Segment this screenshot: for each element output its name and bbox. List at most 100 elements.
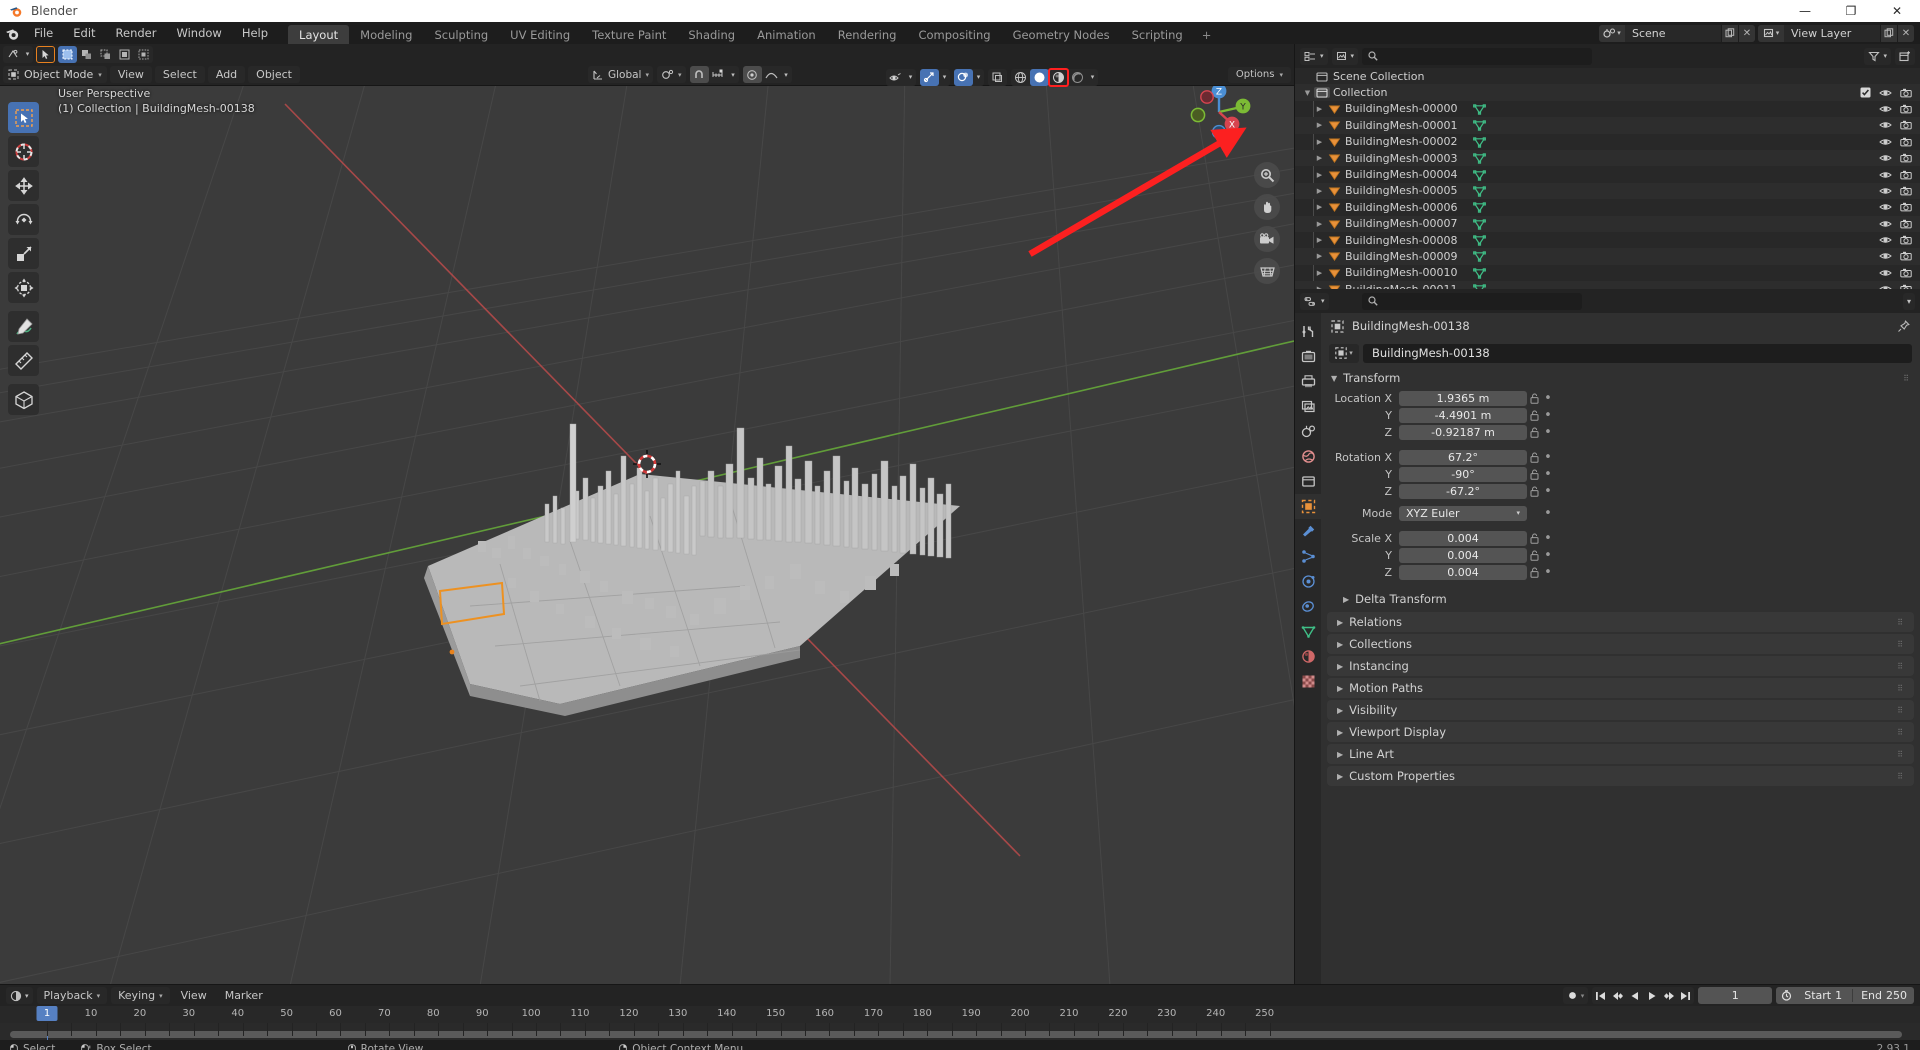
current-frame-input[interactable]: 1 bbox=[1698, 987, 1772, 1004]
mesh-data-icon[interactable] bbox=[1472, 201, 1488, 213]
tab-uv-editing[interactable]: UV Editing bbox=[499, 25, 581, 44]
mesh-data-icon[interactable] bbox=[1472, 119, 1488, 131]
collection-hide-eye-icon[interactable] bbox=[1879, 88, 1892, 98]
proportional-edit-group[interactable]: ▾ bbox=[743, 66, 792, 83]
modifier-tab[interactable] bbox=[1295, 519, 1321, 544]
tool-scale[interactable] bbox=[8, 238, 39, 269]
collapsed-panel-header[interactable]: ▶Line Art⠿ bbox=[1327, 744, 1914, 764]
object-disclosure-icon[interactable]: ▶ bbox=[1313, 138, 1326, 146]
unlink-scene-button[interactable]: ✕ bbox=[1738, 25, 1755, 42]
timeline-playhead[interactable]: 1 bbox=[37, 1006, 58, 1021]
mesh-data-icon[interactable] bbox=[1472, 234, 1488, 246]
mesh-data-icon[interactable] bbox=[1472, 169, 1488, 181]
select-extend-icon[interactable] bbox=[77, 46, 96, 63]
object-type-icon[interactable]: ▾ bbox=[1329, 344, 1359, 363]
play-reverse-button[interactable] bbox=[1626, 987, 1643, 1004]
lock-icon[interactable] bbox=[1527, 533, 1542, 544]
snap-increment-icon[interactable] bbox=[709, 66, 728, 83]
outliner-row-object[interactable]: ▶BuildingMesh-00008 bbox=[1295, 232, 1920, 248]
lock-icon[interactable] bbox=[1527, 427, 1542, 438]
tab-sculpting[interactable]: Sculpting bbox=[423, 25, 499, 44]
menu-edit[interactable]: Edit bbox=[63, 22, 105, 44]
object-disclosure-icon[interactable]: ▶ bbox=[1313, 121, 1326, 129]
object-name-input[interactable]: BuildingMesh-00138 bbox=[1363, 344, 1912, 363]
overlays-selector[interactable]: ▾ bbox=[954, 69, 984, 86]
outliner-row-object[interactable]: ▶BuildingMesh-00000 bbox=[1295, 101, 1920, 117]
timeline-menu-view[interactable]: View bbox=[174, 987, 214, 1004]
hide-eye-icon[interactable] bbox=[1879, 186, 1892, 196]
object-mode-selector[interactable]: Object Mode ▾ bbox=[3, 66, 107, 83]
show-overlays-icon[interactable] bbox=[954, 69, 973, 86]
render-camera-icon[interactable] bbox=[1900, 104, 1912, 114]
timeline-editor-type-button[interactable]: ▾ bbox=[6, 987, 33, 1004]
material-tab[interactable] bbox=[1295, 644, 1321, 669]
outliner-row-object[interactable]: ▶BuildingMesh-00006 bbox=[1295, 199, 1920, 215]
field-value[interactable]: 0.004 bbox=[1399, 548, 1527, 563]
add-workspace-button[interactable]: + bbox=[1194, 25, 1220, 44]
viewport-menu-view[interactable]: View bbox=[110, 66, 152, 83]
menu-help[interactable]: Help bbox=[232, 22, 278, 44]
animate-dot[interactable]: • bbox=[1542, 391, 1554, 406]
viewport-menu-select[interactable]: Select bbox=[155, 66, 205, 83]
pivot-point-selector[interactable]: ▾ bbox=[657, 66, 686, 83]
mesh-data-icon[interactable] bbox=[1472, 267, 1488, 279]
render-camera-icon[interactable] bbox=[1900, 186, 1912, 196]
render-camera-icon[interactable] bbox=[1900, 235, 1912, 245]
render-camera-icon[interactable] bbox=[1900, 153, 1912, 163]
menu-file[interactable]: File bbox=[24, 22, 63, 44]
gizmo-selector[interactable]: ▾ bbox=[920, 69, 950, 86]
view-layer-tab[interactable] bbox=[1295, 394, 1321, 419]
tab-texture-paint[interactable]: Texture Paint bbox=[581, 25, 677, 44]
scene-selector[interactable]: ▾ Scene ✕ bbox=[1599, 25, 1755, 42]
previous-keyframe-button[interactable] bbox=[1609, 987, 1626, 1004]
object-disclosure-icon[interactable]: ▶ bbox=[1313, 220, 1326, 228]
render-tab[interactable] bbox=[1295, 344, 1321, 369]
select-invert-icon[interactable] bbox=[115, 46, 134, 63]
shading-material-preview-icon[interactable] bbox=[1049, 69, 1068, 86]
visibility-chevron-icon[interactable]: ▾ bbox=[905, 69, 916, 86]
outliner-display-mode-button[interactable]: ▾ bbox=[1332, 48, 1359, 65]
object-disclosure-icon[interactable]: ▶ bbox=[1313, 252, 1326, 260]
viewport-menu-add[interactable]: Add bbox=[208, 66, 245, 83]
select-intersect-icon[interactable] bbox=[134, 46, 153, 63]
mode-animate-dot[interactable]: • bbox=[1542, 506, 1554, 521]
zoom-icon[interactable] bbox=[1254, 162, 1280, 188]
tool-select-box[interactable] bbox=[8, 102, 39, 133]
select-set-icon[interactable] bbox=[58, 46, 77, 63]
outliner-search-input[interactable] bbox=[1362, 48, 1592, 65]
tab-compositing[interactable]: Compositing bbox=[907, 25, 1001, 44]
lock-icon[interactable] bbox=[1527, 393, 1542, 404]
properties-options-chevron-icon[interactable]: ▾ bbox=[1903, 293, 1915, 310]
grid-ortho-icon[interactable] bbox=[1254, 258, 1280, 284]
tab-rendering[interactable]: Rendering bbox=[827, 25, 908, 44]
properties-search-input[interactable] bbox=[1362, 293, 1582, 310]
collapsed-panel-header[interactable]: ▶Collections⠿ bbox=[1327, 634, 1914, 654]
snap-magnet-icon[interactable] bbox=[690, 66, 709, 83]
outliner-row-object[interactable]: ▶BuildingMesh-00009 bbox=[1295, 248, 1920, 264]
tab-scripting[interactable]: Scripting bbox=[1121, 25, 1194, 44]
world-tab[interactable] bbox=[1295, 444, 1321, 469]
timeline-editor[interactable]: ▾ Playback ▾ Keying ▾ View Marker ▾ bbox=[0, 984, 1920, 1040]
object-disclosure-icon[interactable]: ▶ bbox=[1313, 203, 1326, 211]
tab-shading[interactable]: Shading bbox=[677, 25, 746, 44]
outliner-row-object[interactable]: ▶BuildingMesh-00001 bbox=[1295, 117, 1920, 133]
output-tab[interactable] bbox=[1295, 369, 1321, 394]
hide-eye-icon[interactable] bbox=[1879, 170, 1892, 180]
field-value[interactable]: -4.4901 m bbox=[1399, 408, 1527, 423]
object-disclosure-icon[interactable]: ▶ bbox=[1313, 171, 1326, 179]
collection-disclosure-icon[interactable]: ▼ bbox=[1301, 89, 1314, 97]
render-camera-icon[interactable] bbox=[1900, 251, 1912, 261]
tool-tab[interactable] bbox=[1295, 319, 1321, 344]
tab-geometry-nodes[interactable]: Geometry Nodes bbox=[1002, 25, 1121, 44]
hide-eye-icon[interactable] bbox=[1879, 153, 1892, 163]
animate-dot[interactable]: • bbox=[1542, 408, 1554, 423]
new-scene-button[interactable] bbox=[1721, 25, 1738, 42]
collapsed-panel-header[interactable]: ▶Custom Properties⠿ bbox=[1327, 766, 1914, 786]
new-view-layer-button[interactable] bbox=[1880, 25, 1897, 42]
field-value[interactable]: -0.92187 m bbox=[1399, 425, 1527, 440]
view-layer-name-field[interactable]: View Layer bbox=[1784, 25, 1880, 42]
tool-rotate[interactable] bbox=[8, 204, 39, 235]
xray-toggle[interactable] bbox=[988, 69, 1007, 86]
collection-tab[interactable] bbox=[1295, 469, 1321, 494]
auto-keying-button[interactable]: ▾ bbox=[1563, 987, 1589, 1004]
